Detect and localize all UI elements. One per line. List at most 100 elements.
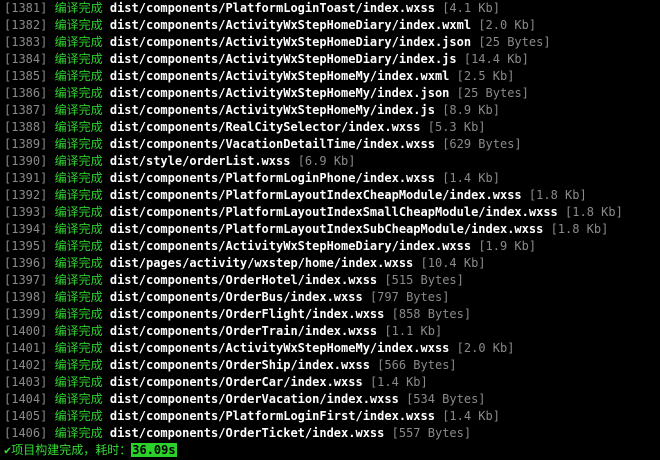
log-line: [1390] 编译完成 dist/style/orderList.wxss [6… — [4, 153, 656, 170]
log-file-path: dist/components/OrderHotel/index.wxss — [109, 273, 378, 287]
log-file-path: dist/components/OrderFlight/index.wxss — [109, 307, 385, 321]
log-line: [1385] 编译完成 dist/components/ActivityWxSt… — [4, 68, 656, 85]
log-status: 编译完成 — [54, 409, 103, 423]
log-lines: [1381] 编译完成 dist/components/PlatformLogi… — [4, 0, 656, 442]
log-line: [1386] 编译完成 dist/components/ActivityWxSt… — [4, 85, 656, 102]
log-line: [1384] 编译完成 dist/components/ActivityWxSt… — [4, 51, 656, 68]
log-index: [1406] — [4, 426, 48, 440]
log-file-size: [1.1 Kb] — [384, 324, 443, 338]
log-file-size: [25 Bytes] — [456, 86, 529, 100]
log-line: [1394] 编译完成 dist/components/PlatformLayo… — [4, 221, 656, 238]
log-index: [1397] — [4, 273, 48, 287]
log-file-path: dist/components/PlatformLayoutIndexSmall… — [109, 205, 558, 219]
log-status: 编译完成 — [54, 375, 103, 389]
log-file-path: dist/components/ActivityWxStepHomeMy/ind… — [109, 103, 435, 117]
log-file-path: dist/components/ActivityWxStepHomeDiary/… — [109, 35, 472, 49]
log-index: [1391] — [4, 171, 48, 185]
log-status: 编译完成 — [54, 154, 103, 168]
log-status: 编译完成 — [54, 120, 103, 134]
terminal-output: [1381] 编译完成 dist/components/PlatformLogi… — [4, 0, 656, 459]
log-index: [1387] — [4, 103, 48, 117]
log-status: 编译完成 — [54, 358, 103, 372]
log-file-path: dist/components/ActivityWxStepHomeMy/ind… — [109, 341, 450, 355]
log-status: 编译完成 — [54, 256, 103, 270]
log-line: [1405] 编译完成 dist/components/PlatformLogi… — [4, 408, 656, 425]
log-file-size: [1.4 Kb] — [442, 409, 500, 423]
log-file-size: [797 Bytes] — [369, 290, 450, 304]
log-file-path: dist/components/RealCitySelector/index.w… — [109, 120, 421, 134]
log-file-size: [1.4 Kb] — [442, 171, 500, 185]
log-index: [1396] — [4, 256, 48, 270]
log-status: 编译完成 — [54, 18, 103, 32]
build-summary-line: ✔项目构建完成，耗时：36.09s — [4, 442, 656, 459]
log-file-size: [14.4 Kb] — [463, 52, 529, 66]
log-status: 编译完成 — [54, 86, 103, 100]
log-status: 编译完成 — [54, 324, 103, 338]
log-status: 编译完成 — [54, 290, 103, 304]
log-file-path: dist/components/PlatformLoginToast/index… — [109, 1, 435, 15]
log-file-path: dist/components/OrderVacation/index.wxss — [109, 392, 399, 406]
log-index: [1394] — [4, 222, 48, 236]
log-line: [1399] 编译完成 dist/components/OrderFlight/… — [4, 306, 656, 323]
log-status: 编译完成 — [54, 188, 103, 202]
log-file-size: [858 Bytes] — [391, 307, 472, 321]
log-file-path: dist/components/ActivityWxStepHomeMy/ind… — [109, 86, 450, 100]
log-index: [1385] — [4, 69, 48, 83]
log-file-path: dist/components/ActivityWxStepHomeDiary/… — [109, 52, 457, 66]
log-file-size: [5.3 Kb] — [427, 120, 486, 134]
log-line: [1392] 编译完成 dist/components/PlatformLayo… — [4, 187, 656, 204]
log-file-path: dist/components/PlatformLayoutIndexCheap… — [109, 188, 522, 202]
log-index: [1393] — [4, 205, 48, 219]
log-line: [1382] 编译完成 dist/components/ActivityWxSt… — [4, 17, 656, 34]
log-index: [1382] — [4, 18, 48, 32]
log-line: [1381] 编译完成 dist/components/PlatformLogi… — [4, 0, 656, 17]
log-file-size: [2.0 Kb] — [456, 341, 515, 355]
log-line: [1396] 编译完成 dist/pages/activity/wxstep/h… — [4, 255, 656, 272]
log-file-size: [566 Bytes] — [377, 358, 457, 372]
log-file-size: [8.9 Kb] — [442, 103, 500, 117]
log-file-size: [25 Bytes] — [478, 35, 551, 49]
log-file-size: [1.4 Kb] — [369, 375, 428, 389]
log-file-size: [6.9 Kb] — [297, 154, 356, 168]
log-line: [1395] 编译完成 dist/components/ActivityWxSt… — [4, 238, 656, 255]
log-file-size: [534 Bytes] — [406, 392, 486, 406]
log-status: 编译完成 — [54, 341, 103, 355]
log-status: 编译完成 — [54, 137, 103, 151]
log-status: 编译完成 — [54, 426, 103, 440]
log-line: [1389] 编译完成 dist/components/VacationDeta… — [4, 136, 656, 153]
log-line: [1404] 编译完成 dist/components/OrderVacatio… — [4, 391, 656, 408]
log-file-path: dist/components/ActivityWxStepHomeMy/ind… — [109, 69, 450, 83]
log-status: 编译完成 — [54, 273, 103, 287]
log-file-path: dist/components/OrderCar/index.wxss — [109, 375, 363, 389]
log-line: [1401] 编译完成 dist/components/ActivityWxSt… — [4, 340, 656, 357]
log-file-size: [515 Bytes] — [384, 273, 464, 287]
log-line: [1388] 编译完成 dist/components/RealCitySele… — [4, 119, 656, 136]
log-index: [1384] — [4, 52, 48, 66]
log-line: [1400] 编译完成 dist/components/OrderTrain/i… — [4, 323, 656, 340]
log-line: [1403] 编译完成 dist/components/OrderCar/ind… — [4, 374, 656, 391]
log-status: 编译完成 — [54, 222, 103, 236]
log-status: 编译完成 — [54, 392, 103, 406]
log-index: [1404] — [4, 392, 48, 406]
log-index: [1403] — [4, 375, 48, 389]
log-file-size: [10.4 Kb] — [420, 256, 486, 270]
log-index: [1402] — [4, 358, 48, 372]
log-index: [1399] — [4, 307, 48, 321]
log-file-size: [1.8 Kb] — [528, 188, 587, 202]
log-file-path: dist/components/OrderShip/index.wxss — [109, 358, 370, 372]
log-line: [1387] 编译完成 dist/components/ActivityWxSt… — [4, 102, 656, 119]
log-file-path: dist/components/PlatformLayoutIndexSubCh… — [109, 222, 544, 236]
log-file-path: dist/style/orderList.wxss — [109, 154, 291, 168]
log-file-path: dist/components/OrderTicket/index.wxss — [109, 426, 385, 440]
log-status: 编译完成 — [54, 52, 103, 66]
build-time-badge: 36.09s — [131, 443, 177, 457]
log-status: 编译完成 — [54, 69, 103, 83]
log-file-path: dist/components/PlatformLoginFirst/index… — [109, 409, 435, 423]
log-file-path: dist/components/ActivityWxStepHomeDiary/… — [109, 18, 472, 32]
log-file-size: [557 Bytes] — [391, 426, 472, 440]
log-status: 编译完成 — [54, 103, 103, 117]
log-index: [1383] — [4, 35, 48, 49]
log-index: [1389] — [4, 137, 48, 151]
log-file-path: dist/components/OrderTrain/index.wxss — [109, 324, 378, 338]
log-file-path: dist/pages/activity/wxstep/home/index.wx… — [109, 256, 414, 270]
